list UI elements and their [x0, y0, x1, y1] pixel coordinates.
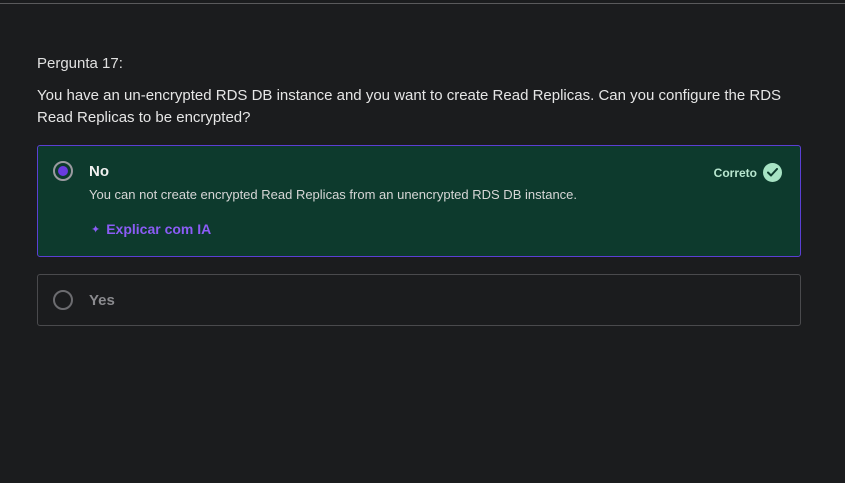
sparkle-icon: ✦	[91, 223, 101, 236]
top-divider	[0, 0, 845, 4]
check-circle-icon	[763, 163, 782, 182]
question-text: You have an un-encrypted RDS DB instance…	[37, 87, 782, 126]
correct-badge: Correto	[714, 163, 782, 182]
radio-dot	[58, 166, 68, 176]
option-explanation: You can not create encrypted Read Replic…	[89, 187, 578, 202]
question-panel: Pergunta 17: You have an un-encrypted RD…	[37, 54, 801, 326]
explain-with-ai-label: Explicar com IA	[106, 221, 212, 237]
answer-option-yes[interactable]: Yes	[37, 274, 801, 326]
answer-option-no[interactable]: No You can not create encrypted Read Rep…	[37, 145, 801, 257]
explain-with-ai-link[interactable]: ✦ Explicar com IA	[91, 221, 211, 237]
radio-empty-icon[interactable]	[53, 290, 73, 310]
correct-label: Correto	[713, 165, 757, 180]
question-number: Pergunta 17:	[37, 55, 123, 72]
option-label: Yes	[89, 292, 115, 309]
radio-selected-icon[interactable]	[53, 161, 73, 181]
option-label: No	[89, 163, 109, 180]
